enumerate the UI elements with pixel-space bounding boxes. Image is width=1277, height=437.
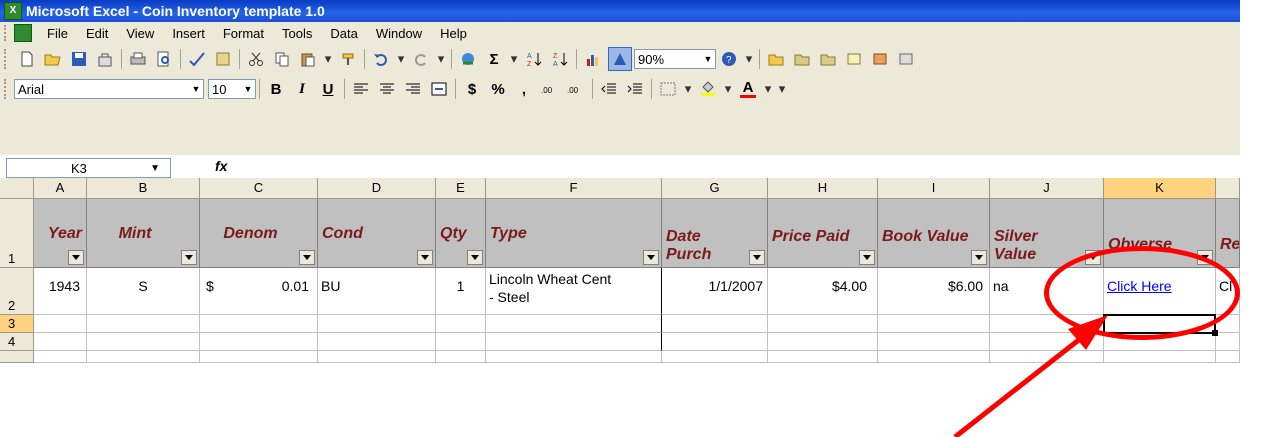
annotation-arrow-icon	[953, 315, 1108, 437]
